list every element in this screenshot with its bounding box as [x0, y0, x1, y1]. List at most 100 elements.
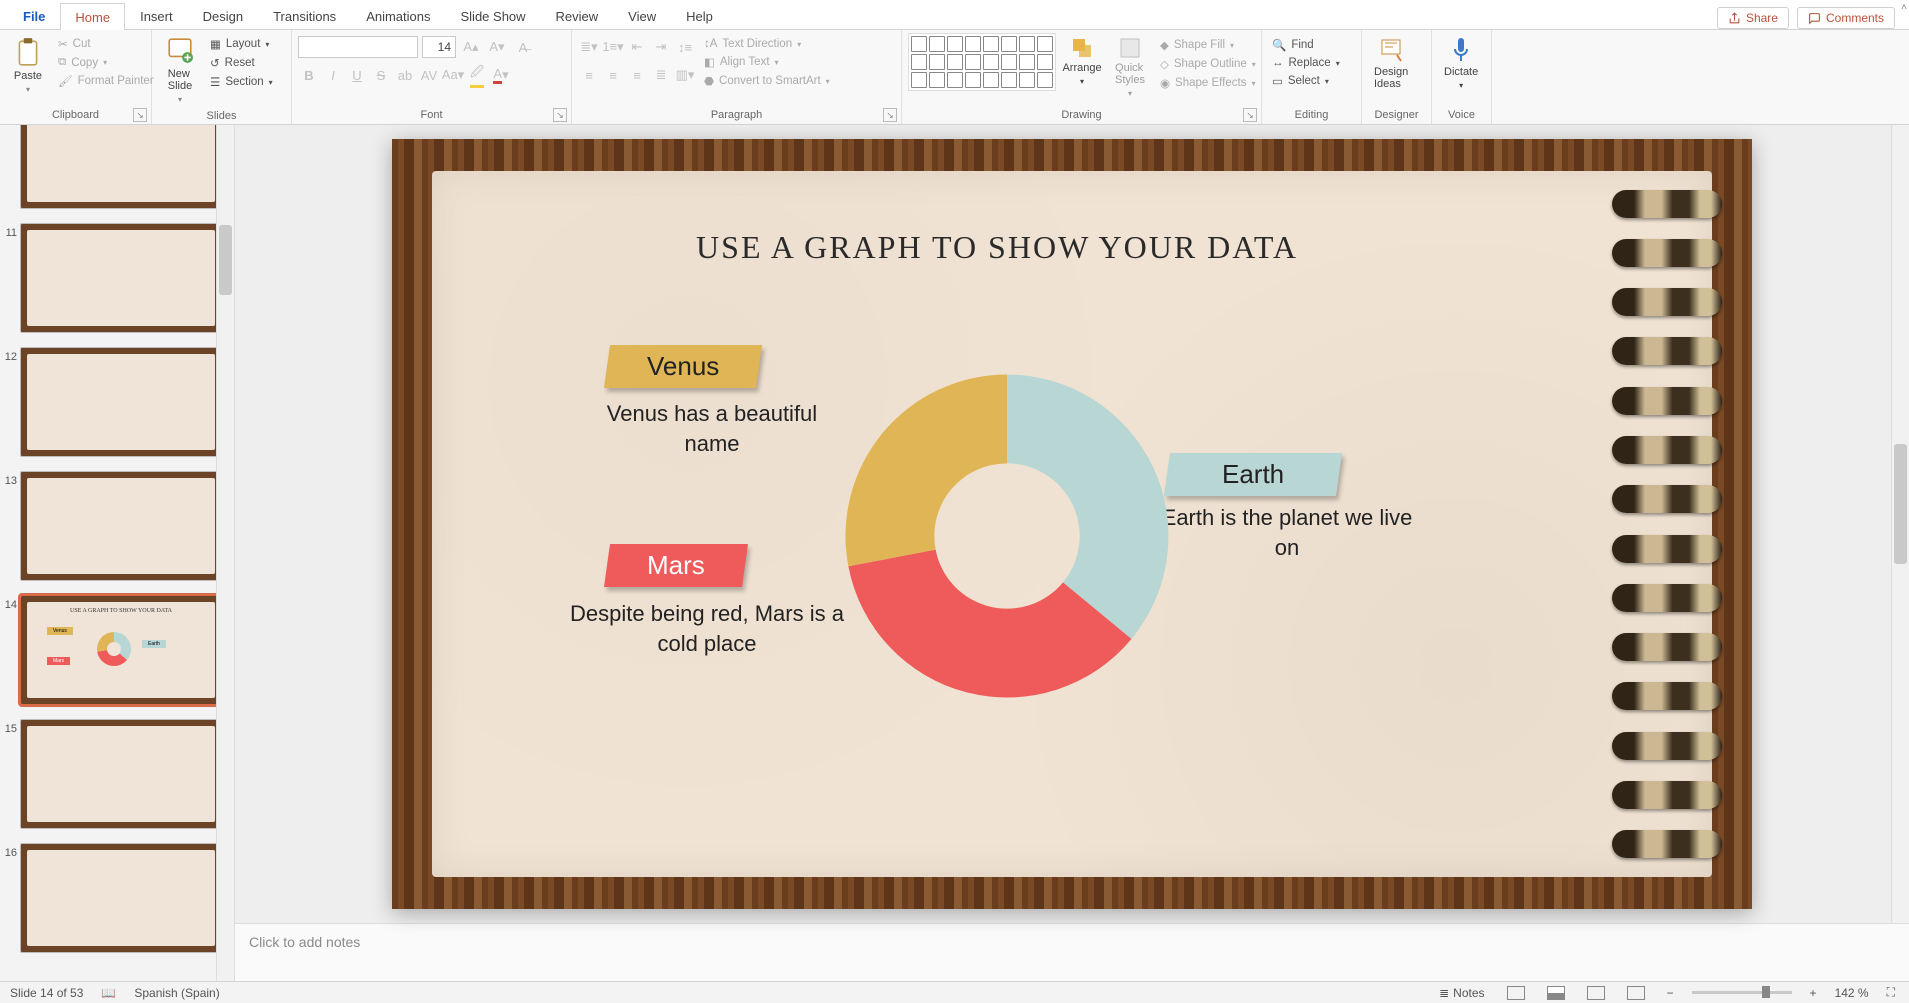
align-left-button[interactable]: ≡: [578, 64, 600, 86]
zoom-percentage[interactable]: 142 %: [1835, 986, 1869, 1000]
design-ideas-button[interactable]: Design Ideas: [1368, 33, 1414, 94]
line-spacing-button[interactable]: ↕≡: [674, 36, 696, 58]
slide-thumbnails-panel[interactable]: 11 12 13 14 USE A GRAPH TO SHOW YOUR DAT…: [0, 125, 235, 981]
convert-smartart-button[interactable]: ⬣Convert to SmartArt▾: [700, 72, 834, 90]
zoom-slider[interactable]: [1692, 991, 1792, 994]
mars-tape-label[interactable]: Mars: [604, 544, 748, 587]
sorter-view-button[interactable]: [1543, 986, 1569, 1000]
scrollbar-thumb[interactable]: [1894, 444, 1907, 564]
zoom-slider-thumb[interactable]: [1762, 986, 1770, 998]
copy-button[interactable]: ⧉Copy▾: [54, 54, 158, 71]
dictate-button[interactable]: Dictate▾: [1438, 33, 1484, 94]
reading-view-button[interactable]: [1583, 986, 1609, 1000]
tab-view[interactable]: View: [613, 2, 671, 29]
shadow-button[interactable]: ab: [394, 64, 416, 86]
comments-button[interactable]: Comments: [1797, 7, 1895, 29]
quick-styles-button[interactable]: Quick Styles▾: [1108, 33, 1152, 102]
dialog-launcher[interactable]: ↘: [553, 108, 567, 122]
new-slide-button[interactable]: New Slide ▾: [158, 33, 202, 108]
section-button[interactable]: ☰Section▾: [206, 73, 277, 91]
current-slide[interactable]: USE A GRAPH TO SHOW YOUR DATA Venus Venu…: [392, 139, 1752, 909]
arrange-button[interactable]: Arrange▾: [1060, 33, 1104, 90]
language-indicator[interactable]: Spanish (Spain): [134, 986, 219, 1000]
clear-formatting-button[interactable]: A̶: [512, 36, 534, 58]
venus-tape-label[interactable]: Venus: [604, 345, 762, 388]
slide-thumbnail[interactable]: [20, 843, 222, 953]
collapse-ribbon-button[interactable]: ˄: [1901, 2, 1907, 13]
increase-indent-button[interactable]: ⇥: [650, 36, 672, 58]
slideshow-view-button[interactable]: [1623, 986, 1649, 1000]
bold-button[interactable]: B: [298, 64, 320, 86]
reset-button[interactable]: ↺Reset: [206, 54, 277, 72]
shape-effects-button[interactable]: ◉Shape Effects▾: [1156, 74, 1260, 92]
tab-help[interactable]: Help: [671, 2, 728, 29]
slide-thumbnail-selected[interactable]: USE A GRAPH TO SHOW YOUR DATA Venus Mars…: [20, 595, 222, 705]
format-painter-button[interactable]: 🖌Format Painter: [54, 72, 158, 90]
replace-button[interactable]: ↔Replace▾: [1268, 55, 1344, 71]
decrease-font-button[interactable]: A▾: [486, 36, 508, 58]
italic-button[interactable]: I: [322, 64, 344, 86]
notes-pane[interactable]: Click to add notes: [235, 923, 1909, 981]
text-direction-button[interactable]: ↕AText Direction▾: [700, 36, 834, 52]
align-text-button[interactable]: ◧Align Text▾: [700, 53, 834, 71]
font-name-combo[interactable]: [298, 36, 418, 58]
shape-fill-button[interactable]: ◆Shape Fill▾: [1156, 36, 1260, 54]
tab-design[interactable]: Design: [188, 2, 258, 29]
tab-review[interactable]: Review: [541, 2, 614, 29]
slide-thumbnail[interactable]: [20, 719, 222, 829]
tab-insert[interactable]: Insert: [125, 2, 188, 29]
earth-tape-label[interactable]: Earth: [1164, 453, 1342, 496]
bullets-button[interactable]: ≣▾: [578, 36, 600, 58]
tab-transitions[interactable]: Transitions: [258, 2, 351, 29]
slide-thumbnail[interactable]: [20, 347, 222, 457]
donut-slice-venus[interactable]: [846, 375, 1008, 567]
font-size-combo[interactable]: 14: [422, 36, 456, 58]
slide-thumbnail[interactable]: [20, 223, 222, 333]
spellcheck-button[interactable]: 📖: [97, 986, 120, 1000]
underline-button[interactable]: U: [346, 64, 368, 86]
scrollbar-thumb[interactable]: [219, 225, 232, 295]
dialog-launcher[interactable]: ↘: [883, 108, 897, 122]
columns-button[interactable]: ▥▾: [674, 64, 696, 86]
venus-description[interactable]: Venus has a beautiful name: [582, 399, 842, 458]
shape-outline-button[interactable]: ◇Shape Outline▾: [1156, 55, 1260, 73]
donut-chart[interactable]: [837, 366, 1177, 706]
fit-to-window-button[interactable]: ⛶: [1883, 985, 1899, 1000]
donut-slice-earth[interactable]: [1007, 375, 1169, 639]
decrease-indent-button[interactable]: ⇤: [626, 36, 648, 58]
layout-button[interactable]: ▦Layout▾: [206, 35, 277, 53]
highlight-button[interactable]: 🖉: [466, 64, 488, 86]
dialog-launcher[interactable]: ↘: [1243, 108, 1257, 122]
notes-toggle-button[interactable]: ≣Notes: [1435, 986, 1488, 1000]
mars-description[interactable]: Despite being red, Mars is a cold place: [562, 599, 852, 658]
earth-description[interactable]: Earth is the planet we live on: [1152, 503, 1422, 562]
share-button[interactable]: Share: [1717, 7, 1789, 29]
align-right-button[interactable]: ≡: [626, 64, 648, 86]
stage-scrollbar[interactable]: [1891, 125, 1909, 923]
slide-thumbnail[interactable]: [20, 471, 222, 581]
dialog-launcher[interactable]: ↘: [133, 108, 147, 122]
font-color-button[interactable]: A▾: [490, 64, 512, 86]
strike-button[interactable]: S: [370, 64, 392, 86]
numbering-button[interactable]: 1≡▾: [602, 36, 624, 58]
justify-button[interactable]: ≣: [650, 64, 672, 86]
zoom-out-button[interactable]: −: [1663, 986, 1678, 1000]
normal-view-button[interactable]: [1503, 986, 1529, 1000]
cut-button[interactable]: ✂Cut: [54, 35, 158, 53]
slide-thumbnail[interactable]: [20, 125, 222, 209]
change-case-button[interactable]: Aa▾: [442, 64, 464, 86]
tab-home[interactable]: Home: [60, 3, 125, 30]
increase-font-button[interactable]: A▴: [460, 36, 482, 58]
align-center-button[interactable]: ≡: [602, 64, 624, 86]
slide-title[interactable]: USE A GRAPH TO SHOW YOUR DATA: [432, 229, 1562, 266]
tab-file[interactable]: File: [8, 2, 60, 29]
char-spacing-button[interactable]: AV: [418, 64, 440, 86]
thumbnail-scrollbar[interactable]: [216, 125, 234, 981]
zoom-in-button[interactable]: +: [1806, 986, 1821, 1000]
paste-button[interactable]: Paste ▾: [6, 33, 50, 98]
tab-animations[interactable]: Animations: [351, 2, 445, 29]
find-button[interactable]: 🔍Find: [1268, 36, 1318, 54]
select-button[interactable]: ▭Select▾: [1268, 72, 1333, 90]
shape-gallery[interactable]: [908, 33, 1056, 91]
tab-slideshow[interactable]: Slide Show: [446, 2, 541, 29]
